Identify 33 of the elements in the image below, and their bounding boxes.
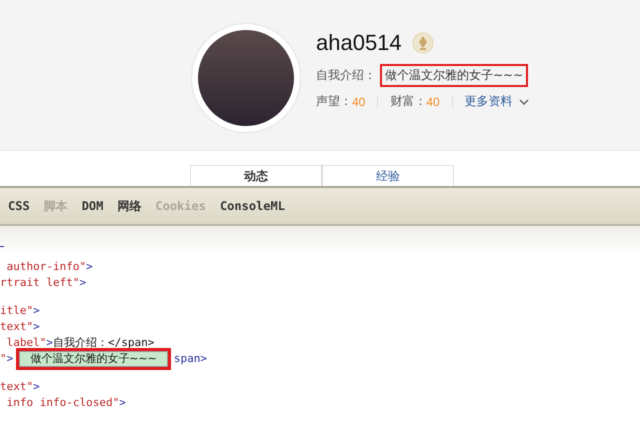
stat-label: 声望：: [316, 93, 352, 110]
username: aha0514: [316, 30, 402, 56]
stat-value: 40: [352, 94, 366, 108]
code-text: text": [0, 379, 34, 395]
code-text: >: [33, 303, 40, 319]
code-text: author-info": [6, 259, 86, 275]
intro-text: 做个温文尔雅的女子~~~: [380, 64, 528, 87]
code-text: 自我介绍：</span>: [52, 335, 154, 351]
code-text: label": [6, 335, 46, 351]
code-text: >: [46, 335, 53, 351]
code-text: rtrait left": [0, 275, 80, 291]
intro-label: 自我介绍：: [316, 67, 376, 84]
caret-icon: [518, 98, 529, 104]
code-text: info info-closed": [6, 395, 120, 411]
code-text: itle": [0, 303, 34, 319]
code-text: >: [119, 395, 126, 411]
code-text: >: [79, 275, 86, 291]
code-text: >: [86, 259, 93, 275]
code-text: >: [33, 379, 40, 395]
code-text: span>: [174, 351, 208, 367]
more-info-link[interactable]: 更多资料: [464, 93, 513, 110]
devtools-tab[interactable]: 网络: [117, 198, 142, 214]
stat-label: 财富：: [390, 93, 426, 110]
code-text: ": [0, 351, 7, 367]
devtools-tab[interactable]: ConsoleML: [220, 199, 285, 213]
edit-field[interactable]: 做个温文尔雅的女子~~~: [19, 351, 168, 367]
code-text: text": [0, 319, 34, 335]
stat-value: 40: [426, 94, 440, 108]
code-text: >: [6, 351, 14, 367]
code-text: >: [33, 319, 40, 335]
devtools-tab[interactable]: CSS: [8, 199, 30, 213]
pen-nib-icon: [412, 32, 434, 54]
devtools-tab[interactable]: DOM: [82, 199, 104, 213]
